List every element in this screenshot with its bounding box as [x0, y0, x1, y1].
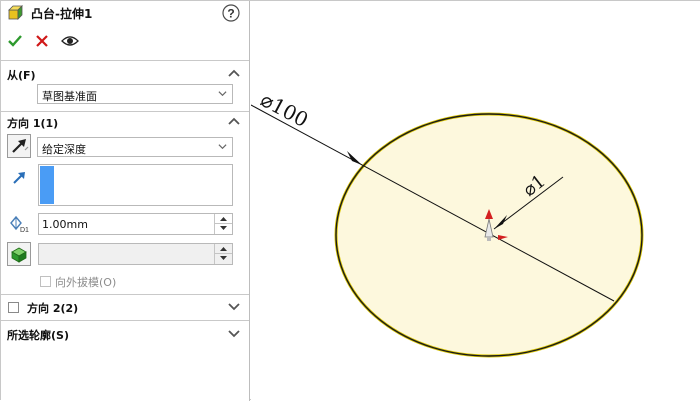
chevron-down-icon[interactable]	[227, 299, 241, 313]
spin-up-button[interactable]	[215, 214, 232, 224]
draft-angle-input[interactable]	[38, 243, 233, 265]
from-condition-select[interactable]: 草图基准面	[37, 84, 233, 104]
direction-vector-icon	[13, 172, 25, 184]
from-condition-value: 草图基准面	[42, 90, 97, 103]
draft-outward-label: 向外拔模(O)	[55, 276, 117, 289]
depth-spinner[interactable]	[214, 214, 232, 234]
preview-eye-icon[interactable]	[61, 34, 79, 48]
depth-value: 1.00mm	[42, 218, 88, 231]
from-section-title[interactable]: 从(F)	[7, 67, 36, 83]
extrude-feature-icon	[8, 5, 23, 20]
depth-input[interactable]: 1.00mm	[38, 213, 233, 235]
divider	[1, 60, 249, 61]
svg-text:D1: D1	[20, 227, 29, 234]
reverse-direction-icon[interactable]	[7, 134, 31, 158]
divider	[1, 320, 249, 321]
spin-down-button[interactable]	[215, 254, 232, 264]
spin-down-button[interactable]	[215, 224, 232, 234]
divider	[1, 111, 249, 112]
end-condition-select[interactable]: 给定深度	[37, 137, 233, 157]
draft-outward-checkbox[interactable]	[40, 276, 51, 287]
draft-toggle-icon[interactable]	[7, 242, 31, 266]
direction-reference-list[interactable]	[38, 164, 233, 206]
graphics-viewport[interactable]: ⌀100 ⌀1	[251, 1, 700, 401]
sketch-canvas[interactable]: ⌀100 ⌀1	[251, 1, 700, 401]
draft-angle-spinner[interactable]	[214, 244, 232, 264]
spin-up-button[interactable]	[215, 244, 232, 254]
direction1-section-title[interactable]: 方向 1(1)	[7, 115, 58, 131]
chevron-up-icon[interactable]	[227, 66, 241, 80]
chevron-down-icon	[218, 91, 227, 97]
end-condition-value: 给定深度	[42, 143, 86, 156]
window-frame: 凸台-拉伸1 ? 从(F) 草图基准面 方向 1(1) 给定深度 D1 1.00…	[0, 0, 700, 401]
ok-checkmark-icon[interactable]	[8, 34, 22, 48]
cancel-close-icon[interactable]	[35, 34, 49, 48]
property-manager-panel: 凸台-拉伸1 ? 从(F) 草图基准面 方向 1(1) 给定深度 D1 1.00…	[1, 1, 250, 401]
selected-contours-section-title[interactable]: 所选轮廓(S)	[7, 327, 69, 343]
diameter-dimension-label[interactable]: ⌀100	[257, 87, 313, 132]
chevron-down-icon	[218, 144, 227, 150]
feature-title: 凸台-拉伸1	[31, 7, 93, 21]
help-icon[interactable]: ?	[222, 4, 240, 22]
selection-focus-bar	[40, 166, 54, 204]
svg-text:?: ?	[227, 7, 234, 21]
chevron-up-icon[interactable]	[227, 114, 241, 128]
chevron-down-icon[interactable]	[227, 326, 241, 340]
direction2-section-title[interactable]: 方向 2(2)	[27, 300, 78, 316]
depth-dimension-icon: D1	[10, 215, 29, 234]
direction2-checkbox[interactable]	[8, 302, 19, 313]
divider	[1, 294, 249, 295]
